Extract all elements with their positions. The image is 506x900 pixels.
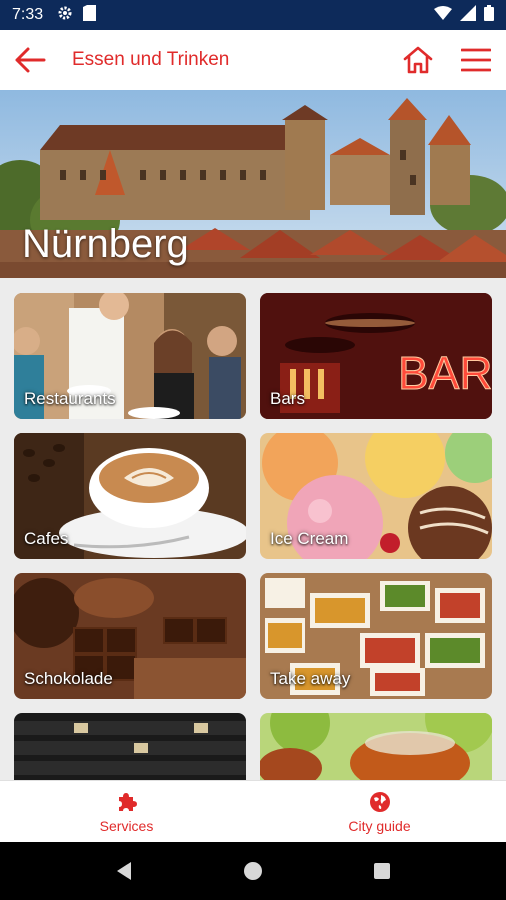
category-tile-cafes[interactable]: Cafes <box>14 433 246 559</box>
wine-photo <box>14 713 246 780</box>
menu-button[interactable] <box>458 42 494 78</box>
system-home-button[interactable] <box>235 853 271 889</box>
status-bar: 7:33 <box>0 0 506 30</box>
hero-city-title: Nürnberg <box>22 222 189 266</box>
category-grid: Restaurants BAR Bars Cafes Ice Cream Sch… <box>0 278 506 780</box>
category-tile-schokolade[interactable]: Schokolade <box>14 573 246 699</box>
category-tile-take-away[interactable]: Take away <box>260 573 492 699</box>
hero-banner: Nürnberg <box>0 90 506 278</box>
nav-city-guide-label: City guide <box>348 817 411 834</box>
battery-icon <box>484 4 494 26</box>
signal-icon <box>460 4 476 26</box>
puzzle-icon <box>118 792 137 811</box>
status-time: 7:33 <box>12 6 44 23</box>
globe-icon <box>369 791 390 812</box>
category-label: Restaurants <box>24 389 116 408</box>
wifi-icon <box>434 5 452 25</box>
category-label: Bars <box>270 389 305 408</box>
category-tile-bars[interactable]: BAR Bars <box>260 293 492 419</box>
category-label: Ice Cream <box>270 529 349 548</box>
recents-square-icon <box>373 863 390 879</box>
hamburger-menu-icon <box>461 48 491 72</box>
system-navigation-bar <box>0 842 506 900</box>
home-icon <box>403 46 433 74</box>
arrow-left-icon <box>15 47 46 73</box>
nav-services[interactable]: Services <box>0 781 253 842</box>
back-triangle-icon <box>117 862 132 880</box>
category-tile-ice-cream[interactable]: Ice Cream <box>260 433 492 559</box>
svg-text:BAR: BAR <box>398 347 492 399</box>
system-back-button[interactable] <box>106 853 142 889</box>
home-button[interactable] <box>400 42 436 78</box>
gear-icon <box>57 5 73 26</box>
tea-photo <box>260 713 492 780</box>
home-circle-icon <box>243 862 262 880</box>
back-button[interactable] <box>12 42 48 78</box>
nav-services-label: Services <box>99 817 154 834</box>
system-recents-button[interactable] <box>364 853 400 889</box>
nav-city-guide[interactable]: City guide <box>253 781 506 842</box>
sim-card-icon <box>83 4 97 26</box>
category-tile-restaurants[interactable]: Restaurants <box>14 293 246 419</box>
category-label: Cafes <box>24 529 69 548</box>
page-title: Essen und Trinken <box>72 49 230 70</box>
category-label: Schokolade <box>24 669 113 688</box>
category-tile-wine[interactable] <box>14 713 246 780</box>
category-tile-tea[interactable] <box>260 713 492 780</box>
category-label: Take away <box>270 669 351 688</box>
bottom-navigation: Services City guide <box>0 780 506 842</box>
app-bar: Essen und Trinken <box>0 30 506 90</box>
